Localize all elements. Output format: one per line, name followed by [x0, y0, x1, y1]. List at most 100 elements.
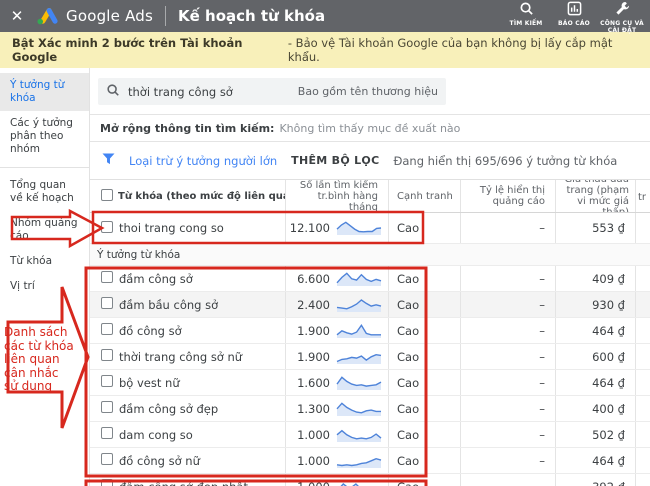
- trend-sparkline: [336, 479, 382, 486]
- keyword-search-input[interactable]: thời trang công sở Bao gồm tên thương hi…: [98, 78, 446, 105]
- top-bid-cell: 502 ₫: [555, 422, 635, 447]
- row-checkbox[interactable]: [101, 271, 113, 283]
- top-bid-cell: 464 ₫: [555, 318, 635, 343]
- table-row[interactable]: đầm bầu công sở2.400Cao–930 ₫: [90, 292, 650, 318]
- sidebar-item-grouped-ideas[interactable]: Các ý tưởng phân theo nhóm: [0, 111, 89, 162]
- page-title: Kế hoạch từ khóa: [178, 7, 325, 25]
- close-icon[interactable]: ✕: [0, 7, 34, 25]
- title-separator: [165, 6, 166, 26]
- top-bid-cell: 400 ₫: [555, 396, 635, 421]
- tools-settings-button[interactable]: CÔNG CỤ VÀ CÀI ĐẶT: [598, 0, 646, 34]
- search-volume-cell: 1.900: [285, 318, 388, 343]
- overflow-cell: [635, 292, 650, 317]
- search-button[interactable]: TÌM KIẾM: [502, 0, 550, 27]
- ad-impression-share-cell: –: [460, 370, 555, 395]
- banner-text: - Bảo vệ Tài khoản Google của bạn không …: [288, 36, 638, 64]
- row-checkbox[interactable]: [101, 427, 113, 439]
- table-row[interactable]: thời trang công sở nữ1.900Cao–600 ₫: [90, 344, 650, 370]
- competition-cell: Cao: [388, 266, 460, 291]
- main-content: thời trang công sở Bao gồm tên thương hi…: [90, 68, 650, 486]
- col-avg-monthly-searches[interactable]: Số lần tìm kiếm tr.bình hàng tháng: [285, 180, 388, 212]
- row-checkbox-cell: [90, 453, 116, 468]
- row-checkbox[interactable]: [101, 221, 113, 233]
- row-checkbox-cell: [90, 297, 116, 312]
- keyword-cell: đồ công sở nữ: [116, 454, 285, 468]
- table-row[interactable]: dam cong so1.000Cao–502 ₫: [90, 422, 650, 448]
- row-checkbox[interactable]: [101, 323, 113, 335]
- report-icon: [567, 1, 582, 19]
- overflow-cell: [635, 396, 650, 421]
- sidebar-item-keyword-ideas[interactable]: Ý tưởng từ khóa: [0, 73, 89, 111]
- keyword-cell: bộ vest nữ: [116, 376, 285, 390]
- table-row[interactable]: thoi trang cong so12.100Cao–553 ₫: [90, 213, 650, 244]
- competition-cell: Cao: [388, 422, 460, 447]
- row-checkbox-cell: [90, 323, 116, 338]
- keyword-cell: dam cong so: [116, 428, 285, 442]
- row-checkbox-cell: [90, 221, 116, 236]
- competition-cell: Cao: [388, 474, 460, 486]
- refine-value: Không tìm thấy mục đề xuất nào: [279, 122, 460, 135]
- include-brand-names-button[interactable]: Bao gồm tên thương hiệu: [298, 85, 438, 98]
- top-bid-cell: 930 ₫: [555, 292, 635, 317]
- col-top-bid-low[interactable]: Giá thầu đầu trang (phạm vi mức giá thấp…: [555, 180, 635, 212]
- row-checkbox-cell: [90, 271, 116, 286]
- banner-bold-text: Bật Xác minh 2 bước trên Tài khoản Googl…: [12, 36, 284, 64]
- row-checkbox[interactable]: [101, 375, 113, 387]
- top-app-bar: ✕ Google Ads Kế hoạch từ khóa TÌM KIẾM: [0, 0, 650, 32]
- table-row[interactable]: đầm công sở đẹp nhất1.000Cao–392 ₫: [90, 474, 650, 486]
- refine-label: Mở rộng thông tin tìm kiếm:: [100, 122, 274, 135]
- competition-cell: Cao: [388, 292, 460, 317]
- add-filter-button[interactable]: THÊM BỘ LỌC: [291, 154, 379, 167]
- trend-sparkline: [336, 427, 382, 443]
- col-ad-impression-share[interactable]: Tỷ lệ hiển thị quảng cáo: [460, 180, 555, 212]
- filter-bar: Loại trừ ý tưởng người lớn THÊM BỘ LỌC Đ…: [90, 142, 650, 179]
- select-all-checkbox[interactable]: [101, 189, 113, 201]
- table-row[interactable]: đồ công sở nữ1.000Cao–464 ₫: [90, 448, 650, 474]
- top-bid-cell: 409 ₫: [555, 266, 635, 291]
- search-volume-cell: 1.300: [285, 396, 388, 421]
- row-checkbox[interactable]: [101, 349, 113, 361]
- row-checkbox-cell: [90, 479, 116, 486]
- table-row[interactable]: bộ vest nữ1.600Cao–464 ₫: [90, 370, 650, 396]
- search-volume-cell: 12.100: [285, 213, 388, 243]
- search-volume-cell: 1.900: [285, 344, 388, 369]
- col-keyword[interactable]: Từ khóa (theo mức độ liên quan) ↓: [116, 191, 285, 202]
- sidebar-item-plan-overview[interactable]: Tổng quan về kế hoạch: [0, 173, 89, 211]
- sidebar-item-ad-groups[interactable]: Nhóm quảng cáo: [0, 211, 89, 249]
- filter-funnel-icon: [102, 153, 115, 168]
- col-competition[interactable]: Cạnh tranh: [388, 180, 460, 212]
- search-volume-cell: 1.000: [285, 422, 388, 447]
- entered-keyword-rows: thoi trang cong so12.100Cao–553 ₫: [90, 213, 650, 244]
- keyword-cell: đầm công sở đẹp: [116, 402, 285, 416]
- ad-impression-share-cell: –: [460, 422, 555, 447]
- overflow-cell: [635, 344, 650, 369]
- table-row[interactable]: đầm công sở đẹp1.300Cao–400 ₫: [90, 396, 650, 422]
- wrench-icon: [615, 1, 630, 19]
- refine-search-row: Mở rộng thông tin tìm kiếm: Không tìm th…: [90, 115, 650, 142]
- top-bid-cell: 553 ₫: [555, 213, 635, 243]
- row-checkbox[interactable]: [101, 401, 113, 413]
- row-checkbox[interactable]: [101, 297, 113, 309]
- ad-impression-share-cell: –: [460, 213, 555, 243]
- keyword-cell: đầm bầu công sở: [116, 298, 285, 312]
- overflow-cell: [635, 474, 650, 486]
- ad-impression-share-cell: –: [460, 266, 555, 291]
- keyword-cell: thoi trang cong so: [116, 221, 285, 235]
- top-bid-cell: 464 ₫: [555, 448, 635, 473]
- top-bid-cell: 600 ₫: [555, 344, 635, 369]
- row-checkbox[interactable]: [101, 479, 113, 486]
- ad-impression-share-cell: –: [460, 474, 555, 486]
- overflow-cell: [635, 318, 650, 343]
- overflow-cell: [635, 213, 650, 243]
- row-checkbox[interactable]: [101, 453, 113, 465]
- sidebar-item-locations[interactable]: Vị trí: [0, 274, 89, 299]
- table-row[interactable]: đồ công sở1.900Cao–464 ₫: [90, 318, 650, 344]
- search-volume-cell: 1.000: [285, 448, 388, 473]
- competition-cell: Cao: [388, 370, 460, 395]
- table-row[interactable]: đầm công sở6.600Cao–409 ₫: [90, 266, 650, 292]
- reports-button[interactable]: BÁO CÁO: [550, 0, 598, 27]
- overflow-cell: [635, 422, 650, 447]
- exclude-adult-ideas-filter[interactable]: Loại trừ ý tưởng người lớn: [129, 154, 277, 168]
- sidebar-item-keywords[interactable]: Từ khóa: [0, 249, 89, 274]
- search-volume-cell: 2.400: [285, 292, 388, 317]
